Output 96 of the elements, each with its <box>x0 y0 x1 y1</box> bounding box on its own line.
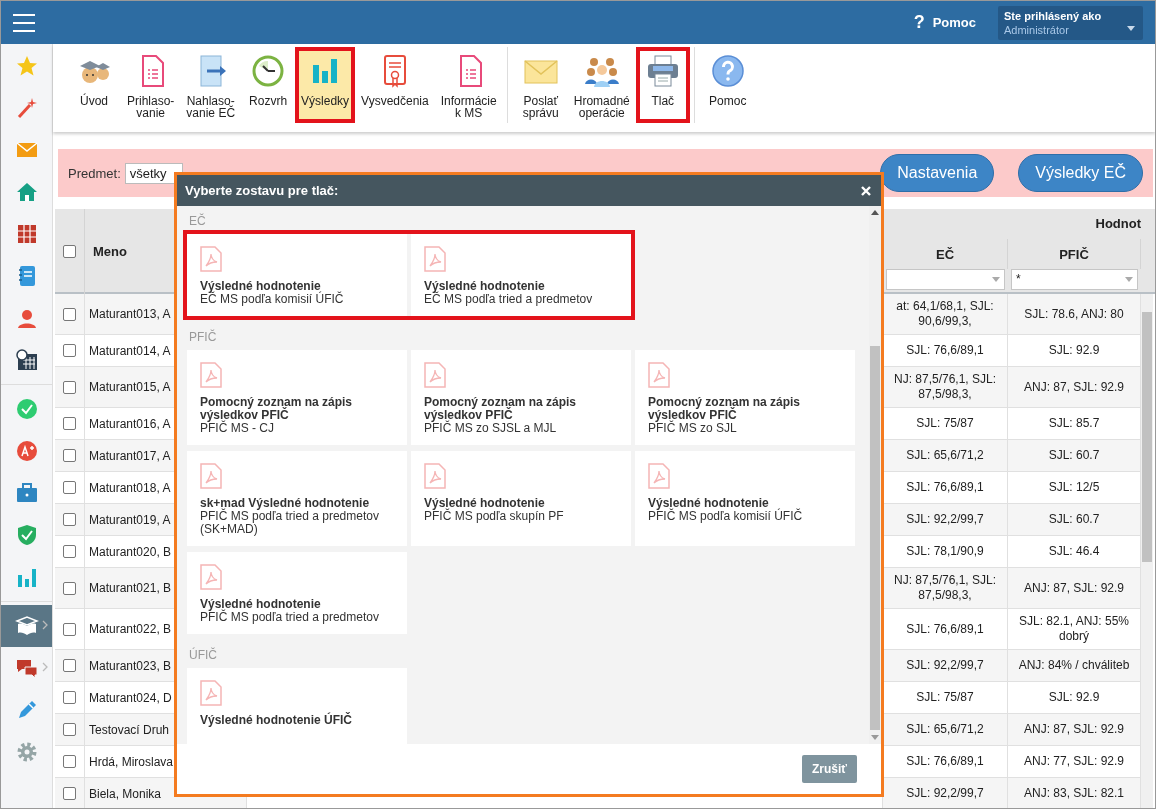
table-cell: SJL: 78.6, ANJ: 80 <box>1008 294 1141 335</box>
table-cell: NJ: 87,5/76,1, SJL: 87,5/98,3, <box>883 367 1008 408</box>
report-card[interactable]: Výsledné hodnotenie ÚFIČ <box>187 668 407 744</box>
grade-badge-icon <box>14 439 39 463</box>
subject-select[interactable]: všetky <box>124 162 183 184</box>
toolbar-button[interactable]: Úvod <box>67 47 121 123</box>
toolbar-button[interactable]: Vysvedčenia <box>355 47 435 123</box>
sidebar-item[interactable] <box>1 605 52 647</box>
help-glyph[interactable]: ? <box>913 12 925 33</box>
checkbox[interactable] <box>63 307 76 321</box>
dropdown-icon <box>992 277 1000 282</box>
checkbox[interactable] <box>63 481 76 494</box>
checkbox[interactable] <box>63 245 76 258</box>
table-cell: ANJ: 84% / chváliteb <box>1008 650 1141 682</box>
checkbox[interactable] <box>63 344 76 357</box>
table-cell: SJL: 92,2/99,7 <box>883 650 1008 682</box>
table-cell: ANJ: 87, SJL: 92.9 <box>1008 714 1141 746</box>
action-button[interactable]: Výsledky EČ <box>1018 154 1143 192</box>
help-link[interactable]: Pomoc <box>932 15 976 30</box>
scrollbar[interactable] <box>1141 294 1153 808</box>
pdf-file-icon <box>200 362 222 388</box>
report-card[interactable]: Výsledné hodnotenie PFIČ MS podľa tried a predmetov <box>187 552 407 634</box>
toolbar-button[interactable]: Výsledky <box>295 47 356 123</box>
table-cell: SJL: 65,6/71,2 <box>883 440 1008 472</box>
pdf-file-icon <box>648 362 670 388</box>
toolbar-button[interactable]: Poslať správu <box>513 47 568 123</box>
user-caption: Ste prihlásený ako <box>1004 9 1103 22</box>
pdf-file-icon <box>424 463 446 489</box>
calendar-clock-icon <box>14 348 39 372</box>
table-cell: SJL: 60.7 <box>1008 504 1141 536</box>
pdf-file-icon <box>648 463 670 489</box>
pdf-file-icon <box>200 246 222 272</box>
pdf-file-icon <box>200 564 222 590</box>
toolbar-button[interactable]: Tlač <box>635 47 690 123</box>
filter-field[interactable]: * <box>1011 269 1138 290</box>
check-badge-icon <box>14 397 39 421</box>
table-cell: SJL: 92,2/99,7 <box>883 504 1008 536</box>
checkbox[interactable] <box>63 581 76 595</box>
report-card[interactable]: Pomocný zoznam na zápis výsledkov PFIČ PFIČ MS zo SJSL a MJL <box>411 350 631 445</box>
checkbox[interactable] <box>63 659 76 672</box>
help-icon <box>709 53 746 89</box>
report-card[interactable]: sk+mad Výsledné hodnotenie PFIČ MS podľa tried a predmetov (SK+MAD) <box>187 451 407 546</box>
toolbar-button[interactable]: Prihlaso- vanie <box>121 47 181 123</box>
checkbox[interactable] <box>63 380 76 394</box>
checkbox[interactable] <box>63 723 76 736</box>
toolbar-button[interactable]: Pomoc <box>700 47 755 123</box>
report-card[interactable]: Výsledné hodnotenie PFIČ MS podľa skupín PF <box>411 451 631 546</box>
checkbox[interactable] <box>63 787 76 800</box>
close-icon <box>861 185 871 196</box>
scroll-up-icon <box>871 210 879 215</box>
close-button[interactable] <box>861 185 871 196</box>
toolbar-button[interactable]: Hromadné operácie <box>567 47 636 123</box>
table-cell: ANJ: 83, SJL: 82.1 <box>1008 778 1141 808</box>
checkbox[interactable] <box>63 622 76 636</box>
report-card[interactable]: Výsledné hodnotenie EČ MS podľa tried a predmetov <box>411 234 631 316</box>
report-card[interactable]: Výsledné hodnotenie PFIČ MS podľa komisií ÚFIČ <box>635 451 855 546</box>
report-card[interactable]: Výsledné hodnotenie EČ MS podľa komisií ÚFIČ <box>187 234 407 316</box>
toolbar-button[interactable]: Nahlaso- vanie EČ <box>180 47 242 123</box>
section-label: EČ <box>189 214 207 228</box>
caret-icon <box>1127 25 1135 31</box>
action-button[interactable]: Nastavenia <box>880 154 995 192</box>
group-header: Hodnot <box>1094 215 1141 233</box>
report-card[interactable]: Pomocný zoznam na zápis výsledkov PFIČ PFIČ MS zo SJL <box>635 350 855 445</box>
table-cell: ANJ: 87, SJL: 92.9 <box>1008 367 1141 408</box>
user-menu[interactable]: Ste prihlásený ako Administrátor <box>998 5 1143 40</box>
dialog-title: Vyberte zostavu pre tlač: <box>185 183 339 198</box>
checkbox[interactable] <box>63 755 76 768</box>
checkbox[interactable] <box>63 691 76 704</box>
checkbox[interactable] <box>63 513 76 526</box>
pdf-file-icon <box>200 463 222 489</box>
scroll-down-icon <box>871 735 879 740</box>
checkbox[interactable] <box>63 417 76 430</box>
user-name: Administrátor <box>1004 23 1069 36</box>
table-cell: NJ: 87,5/76,1, SJL: 87,5/98,3, <box>883 568 1008 609</box>
table-cell: SJL: 60.7 <box>1008 440 1141 472</box>
table-cell: SJL: 65,6/71,2 <box>883 714 1008 746</box>
pdf-file-icon <box>424 246 446 272</box>
briefcase-icon <box>14 481 39 505</box>
report-card[interactable]: Pomocný zoznam na zápis výsledkov PFIČ PFIČ MS - CJ <box>187 350 407 445</box>
table-cell: at: 64,1/68,1, SJL: 90,6/99,3, <box>883 294 1008 335</box>
menu-icon[interactable] <box>13 13 35 32</box>
table-cell: SJL: 92,2/99,7 <box>883 778 1008 808</box>
subject-label: Predmet: <box>68 165 121 181</box>
checkbox[interactable] <box>63 449 76 462</box>
toolbar-button[interactable]: Rozvrh <box>241 47 296 123</box>
pdf-file-icon <box>424 362 446 388</box>
chevron-icon <box>42 620 48 630</box>
chevron-icon <box>42 662 48 672</box>
table-cell: ANJ: 87, SJL: 92.9 <box>1008 568 1141 609</box>
filter-field[interactable] <box>886 269 1005 290</box>
section-label: ÚFIČ <box>189 648 218 662</box>
checkbox[interactable] <box>63 545 76 558</box>
pdf-file-icon <box>200 680 222 706</box>
toolbar-button[interactable]: Informácie k MS <box>434 47 503 123</box>
star-icon <box>14 54 39 78</box>
dropdown-icon <box>1125 277 1133 282</box>
